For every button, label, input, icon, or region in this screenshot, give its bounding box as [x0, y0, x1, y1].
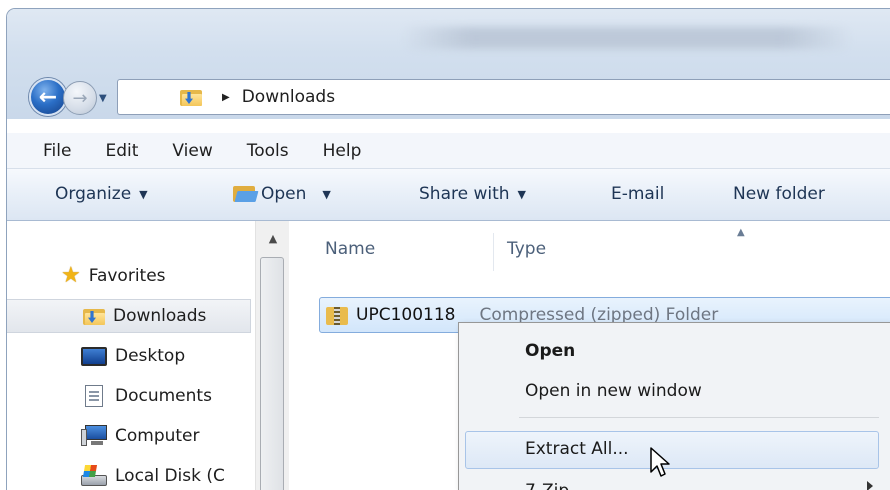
forward-button[interactable]: →: [63, 81, 97, 115]
navigation-pane: ★ Favorites Downloads Desktop Documents …: [7, 221, 255, 490]
scroll-thumb[interactable]: [260, 257, 284, 490]
window-title-blurred: [402, 27, 852, 49]
caret-down-icon: ▼: [517, 187, 526, 201]
downloads-folder-icon: [180, 88, 202, 106]
menu-tools[interactable]: Tools: [247, 141, 289, 161]
scroll-up-arrow-icon[interactable]: ▲: [256, 221, 290, 255]
computer-icon: [81, 425, 107, 447]
command-bar: Organize ▼ Open ▼ Share with ▼ E-mail New f…: [7, 169, 890, 221]
back-arrow-icon: ←: [38, 84, 58, 110]
caret-down-icon: ▼: [139, 187, 148, 201]
share-with-label: Share with: [419, 184, 510, 204]
open-label: Open: [261, 184, 307, 204]
forward-arrow-icon: →: [72, 87, 88, 109]
mouse-cursor-icon: [650, 447, 670, 477]
new-folder-label: New folder: [733, 184, 825, 204]
recent-pages-dropdown-icon[interactable]: ▼: [99, 93, 111, 105]
context-menu-open-in-new-window[interactable]: Open in new window: [525, 381, 702, 401]
open-folder-icon: [233, 185, 259, 203]
sidebar-item-local-disk[interactable]: Local Disk (C: [7, 459, 251, 490]
sidebar-item-desktop[interactable]: Desktop: [7, 339, 251, 373]
column-header-name[interactable]: Name: [325, 239, 375, 259]
sidebar-item-label: Documents: [115, 386, 212, 406]
email-label: E-mail: [611, 184, 665, 204]
organize-button[interactable]: Organize ▼: [55, 184, 148, 204]
navigation-row: ← → ▼ ▶ Downloads: [7, 71, 890, 119]
new-folder-button[interactable]: New folder: [733, 184, 825, 204]
zip-folder-icon: [326, 304, 348, 326]
share-with-button[interactable]: Share with ▼: [419, 184, 526, 204]
sidebar-item-documents[interactable]: Documents: [7, 379, 251, 413]
email-button[interactable]: E-mail: [611, 184, 664, 204]
context-menu-extract-all[interactable]: Extract All...: [525, 439, 629, 459]
open-button[interactable]: Open ▼: [233, 184, 331, 204]
sidebar-item-label: Downloads: [113, 306, 207, 326]
breadcrumb-chevron-icon[interactable]: ▶: [222, 92, 230, 103]
sidebar-item-label: Favorites: [88, 266, 166, 286]
menu-view[interactable]: View: [172, 141, 212, 161]
sidebar-item-downloads[interactable]: Downloads: [7, 299, 251, 333]
organize-label: Organize: [55, 184, 132, 204]
back-button[interactable]: ←: [29, 78, 67, 116]
column-divider[interactable]: [493, 233, 494, 271]
local-disk-icon: [81, 465, 107, 487]
sidebar-item-label: Desktop: [115, 346, 186, 366]
column-header-type[interactable]: Type: [507, 239, 546, 259]
breadcrumb-downloads[interactable]: Downloads: [242, 87, 335, 107]
context-menu-separator: [519, 417, 879, 418]
menu-edit[interactable]: Edit: [105, 141, 138, 161]
context-menu-7zip[interactable]: 7-Zip: [525, 481, 569, 490]
address-bar[interactable]: ▶ Downloads: [117, 79, 890, 115]
menu-help[interactable]: Help: [323, 141, 362, 161]
file-name: UPC100118: [356, 305, 456, 325]
submenu-arrow-icon: [867, 481, 873, 490]
navigation-pane-scrollbar[interactable]: ▲: [255, 221, 289, 490]
caret-down-icon: ▼: [322, 187, 331, 201]
sidebar-item-label: Computer: [115, 426, 200, 446]
sidebar-item-computer[interactable]: Computer: [7, 419, 251, 453]
menu-bar: File Edit View Tools Help: [7, 133, 890, 169]
star-icon: ★: [61, 263, 81, 288]
context-menu-open[interactable]: Open: [525, 341, 575, 361]
sidebar-item-favorites[interactable]: ★ Favorites: [7, 259, 251, 293]
sort-arrow-icon: ▲: [737, 227, 745, 238]
menu-file[interactable]: File: [43, 141, 71, 161]
downloads-folder-icon: [83, 307, 105, 325]
desktop-icon: [81, 346, 107, 366]
sidebar-item-label: Local Disk (C: [115, 466, 225, 486]
documents-icon: [85, 385, 103, 407]
